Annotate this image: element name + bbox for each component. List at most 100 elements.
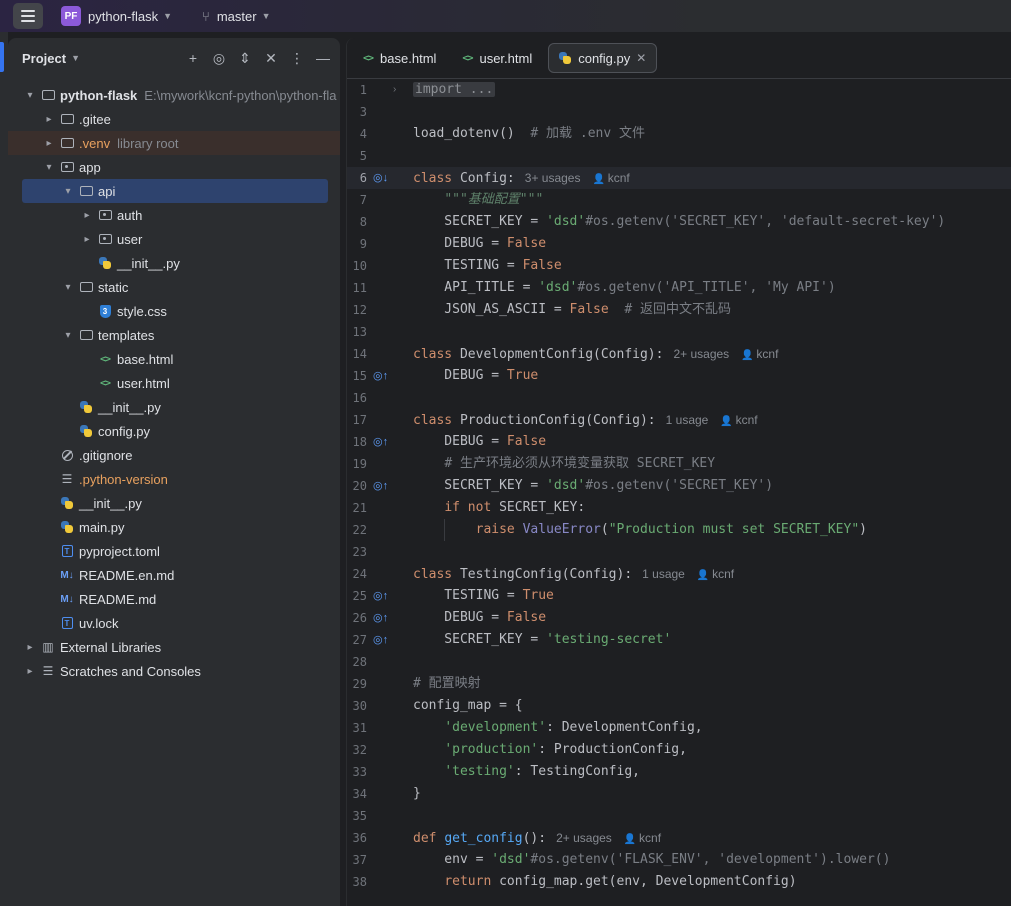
fold-chevron-icon[interactable]: › xyxy=(393,79,396,101)
chevron-down-icon[interactable]: ▼ xyxy=(71,53,80,63)
code-line[interactable]: 4 load_dotenv() # 加载 .env 文件 xyxy=(347,123,1011,145)
code-line[interactable]: 8 SECRET_KEY = 'dsd'#os.getenv('SECRET_K… xyxy=(347,211,1011,233)
usages-hint[interactable]: 2+ usages xyxy=(556,831,612,845)
override-gutter-icon[interactable]: ◎↑ xyxy=(373,431,391,453)
tree-item[interactable]: ▸ .gitee xyxy=(8,107,340,131)
code-line[interactable]: 18 ◎↑ DEBUG = False xyxy=(347,431,1011,453)
code-line[interactable]: 27 ◎↑ SECRET_KEY = 'testing-secret' xyxy=(347,629,1011,651)
main-menu-icon[interactable] xyxy=(13,3,43,29)
override-gutter-icon[interactable]: ◎↑ xyxy=(373,607,391,629)
code-line[interactable]: 22 raise ValueError("Production must set… xyxy=(347,519,1011,541)
tree-item[interactable]: ▸ ▥ External Libraries xyxy=(8,635,340,659)
chevron-right-icon[interactable]: ▸ xyxy=(43,138,55,149)
code-line[interactable]: 12 JSON_AS_ASCII = False # 返回中文不乱码 xyxy=(347,299,1011,321)
tab-config-py[interactable]: config.py ✕ xyxy=(548,43,658,73)
usages-hint[interactable]: 1 usage xyxy=(666,413,709,427)
code-line[interactable]: 34} xyxy=(347,783,1011,805)
code-line[interactable]: 15 ◎↑ DEBUG = True xyxy=(347,365,1011,387)
new-file-icon[interactable]: + xyxy=(186,50,200,66)
chevron-down-icon[interactable]: ▾ xyxy=(62,330,74,341)
tree-item[interactable]: main.py xyxy=(8,515,340,539)
override-gutter-icon[interactable]: ◎↑ xyxy=(373,365,391,387)
author-hint[interactable]: 👤 kcnf xyxy=(697,563,734,587)
panel-title[interactable]: Project xyxy=(22,51,66,66)
code-area[interactable]: 1 › import ... 3 4 load_dotenv() # 加载 .env 文件… xyxy=(347,79,1011,893)
code-line[interactable]: 25 ◎↑ TESTING = True xyxy=(347,585,1011,607)
code-line[interactable]: 13 xyxy=(347,321,1011,343)
expand-all-icon[interactable]: ⇕ xyxy=(238,50,252,67)
code-line[interactable]: 31 'development': DevelopmentConfig, xyxy=(347,717,1011,739)
code-line[interactable]: 38 return config_map.get(env, Developmen… xyxy=(347,871,1011,893)
more-options-icon[interactable]: ⋮ xyxy=(290,50,304,67)
code-line[interactable]: 37 env = 'dsd'#os.getenv('FLASK_ENV', 'd… xyxy=(347,849,1011,871)
tree-item[interactable]: M↓ README.md xyxy=(8,587,340,611)
code-line[interactable]: 10 TESTING = False xyxy=(347,255,1011,277)
chevron-right-icon[interactable]: ▸ xyxy=(24,642,36,653)
code-line[interactable]: 20 ◎↑ SECRET_KEY = 'dsd'#os.getenv('SECRE… xyxy=(347,475,1011,497)
branch-switcher[interactable]: master xyxy=(217,9,257,24)
tree-item[interactable]: ▾ api xyxy=(22,179,328,203)
code-line[interactable]: 28 xyxy=(347,651,1011,673)
tree-item[interactable]: <> user.html xyxy=(8,371,340,395)
tree-item[interactable]: ▸ auth xyxy=(8,203,340,227)
tree-item[interactable]: ▾ static xyxy=(8,275,340,299)
tree-item[interactable]: <> base.html xyxy=(8,347,340,371)
usages-hint[interactable]: 3+ usages xyxy=(525,171,581,185)
chevron-right-icon[interactable]: ▸ xyxy=(81,210,93,221)
code-line[interactable]: 16 xyxy=(347,387,1011,409)
chevron-right-icon[interactable]: ▸ xyxy=(81,234,93,245)
code-line[interactable]: 6 ◎↓ class Config: 3+ usages 👤 kcnf xyxy=(347,167,1011,189)
code-line[interactable]: 24 class TestingConfig(Config): 1 usage 👤 k… xyxy=(347,563,1011,585)
code-line[interactable]: 5 xyxy=(347,145,1011,167)
tree-item[interactable]: 3 style.css xyxy=(8,299,340,323)
chevron-down-icon[interactable]: ▼ xyxy=(262,11,271,21)
code-line[interactable]: 1 › import ... xyxy=(347,79,1011,101)
code-line[interactable]: 36 def get_config(): 2+ usages 👤 kcnf xyxy=(347,827,1011,849)
chevron-down-icon[interactable]: ▾ xyxy=(43,162,55,173)
tree-item[interactable]: ▾ app xyxy=(8,155,340,179)
tree-item[interactable]: ▸ ☰ Scratches and Consoles xyxy=(8,659,340,683)
locate-icon[interactable]: ◎ xyxy=(212,50,226,67)
usages-hint[interactable]: 1 usage xyxy=(642,567,685,581)
code-line[interactable]: 11 API_TITLE = 'dsd'#os.getenv('API_TITL… xyxy=(347,277,1011,299)
tree-item[interactable]: config.py xyxy=(8,419,340,443)
code-line[interactable]: 17 class ProductionConfig(Config): 1 usage… xyxy=(347,409,1011,431)
project-tool-indicator[interactable] xyxy=(0,42,4,72)
code-line[interactable]: 32 'production': ProductionConfig, xyxy=(347,739,1011,761)
chevron-right-icon[interactable]: ▸ xyxy=(24,666,36,677)
code-line[interactable]: 30 config_map = { xyxy=(347,695,1011,717)
chevron-down-icon[interactable]: ▼ xyxy=(163,11,172,21)
tree-item[interactable]: Tpyproject.toml xyxy=(8,539,340,563)
tree-item[interactable]: __init__.py xyxy=(8,251,340,275)
author-hint[interactable]: 👤 kcnf xyxy=(592,167,629,191)
code-line[interactable]: 33 'testing': TestingConfig, xyxy=(347,761,1011,783)
tree-item[interactable]: Tuv.lock xyxy=(8,611,340,635)
chevron-down-icon[interactable]: ▾ xyxy=(62,186,74,197)
tree-item[interactable]: ▾ python-flask E:\mywork\kcnf-python\pytho… xyxy=(8,83,340,107)
code-line[interactable]: 21 if not SECRET_KEY: xyxy=(347,497,1011,519)
code-line[interactable]: 26 ◎↑ DEBUG = False xyxy=(347,607,1011,629)
hide-panel-icon[interactable]: — xyxy=(316,50,330,66)
tab-user-html[interactable]: <> user.html xyxy=(452,44,542,72)
close-icon[interactable]: ✕ xyxy=(636,51,646,65)
collapse-all-icon[interactable]: ✕ xyxy=(264,50,278,67)
usages-hint[interactable]: 2+ usages xyxy=(673,347,729,361)
code-line[interactable]: 23 xyxy=(347,541,1011,563)
chevron-down-icon[interactable]: ▾ xyxy=(24,90,36,101)
chevron-down-icon[interactable]: ▾ xyxy=(62,282,74,293)
tree-item[interactable]: .gitignore xyxy=(8,443,340,467)
override-gutter-icon[interactable]: ◎↑ xyxy=(373,629,391,651)
code-line[interactable]: 19 # 生产环境必须从环境变量获取 SECRET_KEY xyxy=(347,453,1011,475)
tree-item[interactable]: ▾ templates xyxy=(8,323,340,347)
tab-base-html[interactable]: <> base.html xyxy=(353,44,446,72)
code-line[interactable]: 29 # 配置映射 xyxy=(347,673,1011,695)
override-gutter-icon[interactable]: ◎↑ xyxy=(373,475,391,497)
tree-item[interactable]: __init__.py xyxy=(8,491,340,515)
code-line[interactable]: 9 DEBUG = False xyxy=(347,233,1011,255)
project-switcher[interactable]: python-flask xyxy=(88,9,158,24)
tree-item[interactable]: M↓ README.en.md xyxy=(8,563,340,587)
override-gutter-icon[interactable]: ◎↓ xyxy=(373,167,391,189)
override-gutter-icon[interactable]: ◎↑ xyxy=(373,585,391,607)
code-line[interactable]: 3 xyxy=(347,101,1011,123)
code-line[interactable]: 14 class DevelopmentConfig(Config): 2+ usa… xyxy=(347,343,1011,365)
